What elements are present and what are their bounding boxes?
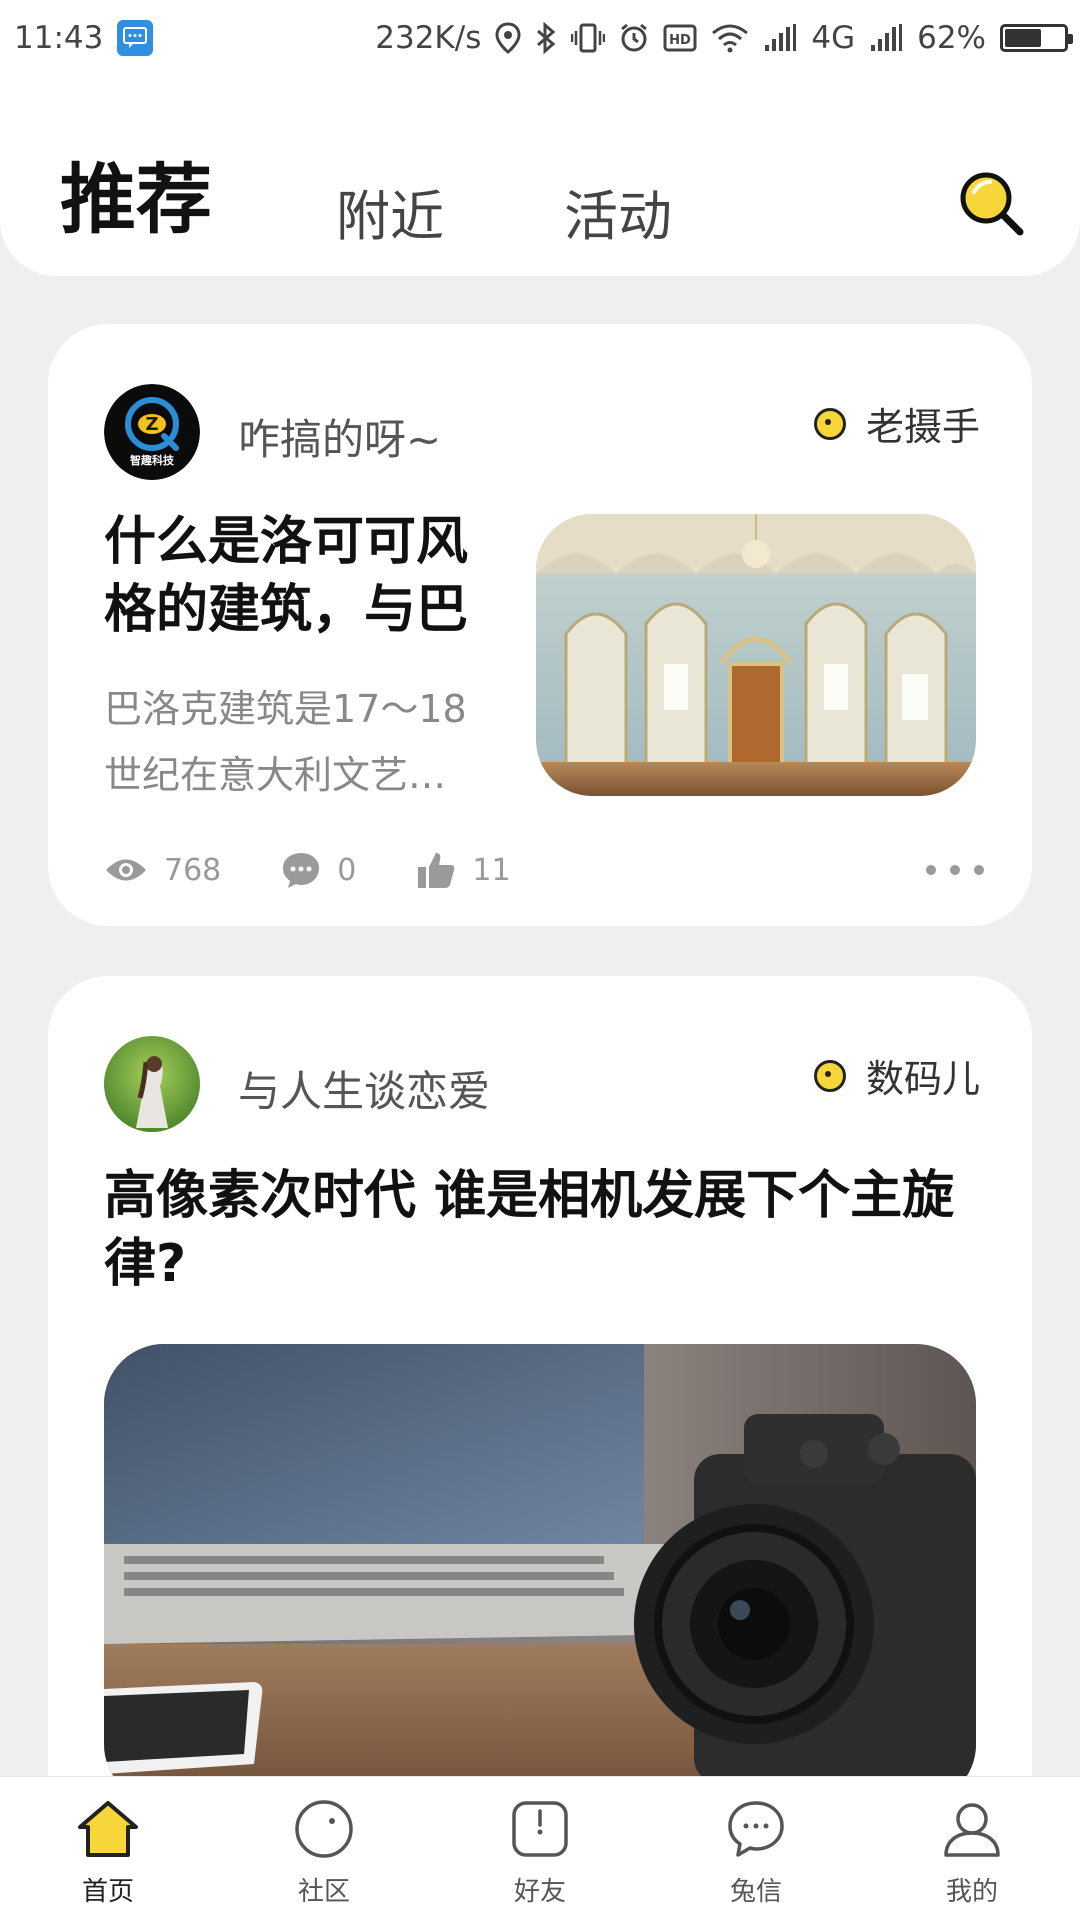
badge-icon bbox=[813, 1059, 846, 1092]
bluetooth-icon bbox=[537, 22, 556, 54]
avatar[interactable] bbox=[104, 1036, 200, 1132]
profile-icon bbox=[944, 1803, 1000, 1857]
svg-text:Z: Z bbox=[145, 414, 158, 435]
nav-label: 社区 bbox=[297, 1877, 350, 1907]
author-name[interactable]: 与人生谈恋爱 bbox=[238, 1058, 490, 1119]
hd-icon: HD bbox=[663, 24, 697, 52]
nav-messages[interactable]: 兔信 bbox=[648, 1777, 864, 1920]
alarm-icon bbox=[621, 23, 648, 52]
home-icon bbox=[78, 1801, 138, 1857]
battery-percent: 62% bbox=[917, 20, 986, 56]
nav-home[interactable]: 首页 bbox=[0, 1777, 216, 1920]
status-bar: 11:43 232K/s HD 4G 62% bbox=[0, 0, 1080, 76]
comments-stat[interactable]: 0 bbox=[281, 851, 356, 889]
wifi-icon bbox=[712, 24, 749, 53]
svg-text:HD: HD bbox=[670, 33, 692, 48]
status-right: 232K/s HD 4G 62% bbox=[375, 20, 1073, 56]
battery-fill bbox=[1005, 29, 1041, 47]
nav-label: 好友 bbox=[513, 1877, 566, 1907]
network-type: 4G bbox=[811, 20, 856, 56]
post-title[interactable]: 高像素次时代 谁是相机发展下个主旋律? bbox=[104, 1162, 984, 1298]
post-card[interactable]: Z 智趣科技 咋搞的呀~ 老摄手 什么是洛可可风格的建筑，与巴 巴洛克建筑是17… bbox=[48, 324, 1032, 926]
message-icon bbox=[728, 1801, 784, 1857]
bottom-navigation: 首页 社区 好友 兔信 我的 bbox=[0, 1776, 1080, 1920]
eye-icon bbox=[106, 859, 146, 881]
friends-icon bbox=[512, 1801, 568, 1857]
likes-stat[interactable]: 11 bbox=[416, 850, 511, 890]
badge-label: 数码儿 bbox=[865, 1057, 980, 1101]
tab-events[interactable]: 活动 bbox=[564, 172, 672, 251]
author-name[interactable]: 咋搞的呀~ bbox=[238, 406, 441, 467]
more-options-icon[interactable] bbox=[926, 855, 984, 885]
battery-icon bbox=[1000, 24, 1073, 52]
search-icon[interactable] bbox=[954, 168, 1030, 244]
avatar-logo-text: 智趣科技 bbox=[130, 453, 175, 467]
location-icon bbox=[495, 22, 521, 54]
post-title[interactable]: 什么是洛可可风格的建筑，与巴 bbox=[104, 508, 514, 644]
tab-recommend[interactable]: 推荐 bbox=[60, 138, 212, 248]
nav-label: 我的 bbox=[945, 1877, 998, 1907]
vibrate-icon bbox=[571, 23, 606, 53]
comment-icon bbox=[283, 853, 320, 888]
tab-nearby[interactable]: 附近 bbox=[336, 172, 444, 251]
post-image-rococo-hall[interactable] bbox=[536, 514, 976, 796]
thumbs-up-icon bbox=[418, 853, 455, 888]
status-left: 11:43 bbox=[14, 20, 154, 56]
user-badge: 数码儿 bbox=[813, 1048, 980, 1103]
post-summary: 巴洛克建筑是17～18世纪在意大利文艺… bbox=[104, 687, 467, 797]
signal-icon bbox=[765, 24, 797, 51]
status-time: 11:43 bbox=[14, 20, 104, 56]
nav-friends[interactable]: 好友 bbox=[432, 1777, 648, 1920]
avatar[interactable]: Z 智趣科技 bbox=[104, 384, 200, 480]
nav-profile[interactable]: 我的 bbox=[864, 1777, 1080, 1920]
post-stats: 768 0 11 bbox=[104, 840, 984, 900]
nav-label: 首页 bbox=[81, 1877, 134, 1907]
community-icon bbox=[295, 1800, 353, 1858]
top-header: 推荐 附近 活动 bbox=[0, 76, 1080, 276]
comments-count: 0 bbox=[337, 852, 357, 888]
nav-community[interactable]: 社区 bbox=[216, 1777, 432, 1920]
views-stat: 768 bbox=[104, 853, 221, 888]
badge-label: 老摄手 bbox=[865, 405, 980, 449]
nav-label: 兔信 bbox=[729, 1877, 782, 1907]
views-count: 768 bbox=[164, 852, 222, 888]
badge-icon bbox=[813, 407, 846, 440]
post-image-camera[interactable] bbox=[104, 1344, 976, 1804]
message-notification-icon bbox=[117, 20, 154, 56]
likes-count: 11 bbox=[472, 852, 511, 888]
signal-icon-2 bbox=[871, 24, 903, 51]
user-badge: 老摄手 bbox=[813, 396, 980, 451]
network-speed: 232K/s bbox=[375, 20, 482, 56]
